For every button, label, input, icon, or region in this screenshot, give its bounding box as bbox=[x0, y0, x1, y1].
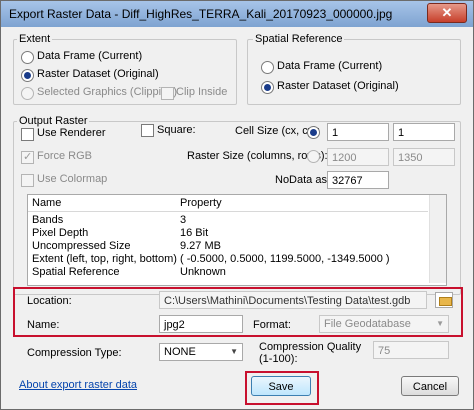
sr-raster-dataset-label: Raster Dataset (Original) bbox=[277, 80, 399, 92]
table-row: Uncompressed Size 9.27 MB bbox=[28, 240, 438, 253]
square-label: Square: bbox=[157, 124, 196, 136]
raster-columns-input[interactable]: 1200 bbox=[327, 148, 389, 166]
raster-size-radio[interactable] bbox=[307, 150, 320, 163]
force-rgb-checkbox[interactable] bbox=[21, 150, 34, 164]
window-title: Export Raster Data - Diff_HighRes_TERRA_… bbox=[9, 7, 393, 21]
extent-raster-dataset-label: Raster Dataset (Original) bbox=[37, 68, 159, 80]
table-row: Bands 3 bbox=[28, 214, 438, 227]
row-name: Uncompressed Size bbox=[32, 240, 131, 252]
row-name: Pixel Depth bbox=[32, 227, 89, 239]
raster-rows-input[interactable]: 1350 bbox=[393, 148, 455, 166]
sr-data-frame-radio[interactable] bbox=[261, 61, 274, 74]
format-label: Format: bbox=[253, 319, 291, 331]
compression-type-value: NONE bbox=[164, 346, 196, 358]
clip-inside-checkbox[interactable] bbox=[161, 87, 174, 100]
sr-raster-dataset-radio[interactable] bbox=[261, 81, 274, 94]
compression-quality-label: Compression Quality bbox=[259, 341, 362, 353]
title-bar[interactable]: Export Raster Data - Diff_HighRes_TERRA_… bbox=[1, 1, 473, 27]
location-input[interactable]: C:\Users\Mathini\Documents\Testing Data\… bbox=[159, 291, 427, 309]
row-name: Spatial Reference bbox=[32, 266, 120, 278]
table-header: Name Property bbox=[28, 195, 428, 212]
name-label: Name: bbox=[27, 319, 60, 331]
compression-quality-range-label: (1-100): bbox=[259, 353, 298, 365]
row-value: 16 Bit bbox=[180, 227, 209, 239]
folder-icon[interactable] bbox=[435, 292, 453, 308]
table-scrollbar[interactable] bbox=[429, 195, 446, 283]
row-value: 3 bbox=[180, 214, 187, 226]
chevron-down-icon: ▼ bbox=[436, 319, 444, 328]
chevron-down-icon: ▼ bbox=[230, 347, 238, 356]
table-row: Extent (left, top, right, bottom) ( -0.5… bbox=[28, 253, 438, 266]
format-select[interactable]: File Geodatabase ▼ bbox=[319, 315, 449, 333]
export-raster-dialog: Export Raster Data - Diff_HighRes_TERRA_… bbox=[0, 0, 474, 410]
properties-table: Name Property Bands 3 Pixel Depth 16 Bit… bbox=[27, 194, 447, 286]
use-colormap-checkbox[interactable] bbox=[21, 174, 34, 187]
cell-size-radio[interactable] bbox=[307, 126, 320, 139]
cell-size-x-input[interactable]: 1 bbox=[327, 123, 389, 141]
nodata-input[interactable]: 32767 bbox=[327, 171, 389, 189]
sr-data-frame-label: Data Frame (Current) bbox=[277, 60, 383, 72]
use-renderer-label: Use Renderer bbox=[37, 127, 106, 139]
extent-data-frame-radio[interactable] bbox=[21, 51, 34, 64]
spatial-reference-label: Spatial Reference bbox=[253, 33, 345, 45]
square-checkbox[interactable] bbox=[141, 124, 154, 137]
format-value: File Geodatabase bbox=[324, 318, 411, 330]
compression-quality-input[interactable]: 75 bbox=[373, 341, 449, 359]
extent-selected-graphics-radio[interactable] bbox=[21, 87, 34, 100]
row-value: 9.27 MB bbox=[180, 240, 221, 252]
clip-inside-label: Clip Inside bbox=[176, 86, 228, 98]
cell-size-y-input[interactable]: 1 bbox=[393, 123, 455, 141]
compression-type-label: Compression Type: bbox=[27, 347, 122, 359]
compression-type-select[interactable]: NONE ▼ bbox=[159, 343, 243, 361]
use-renderer-checkbox[interactable] bbox=[21, 128, 34, 141]
column-header-name: Name bbox=[32, 197, 62, 209]
force-rgb-label: Force RGB bbox=[37, 150, 93, 162]
nodata-label: NoData as: bbox=[275, 174, 331, 186]
extent-selected-graphics-label: Selected Graphics (Clipping) bbox=[37, 86, 178, 98]
save-button[interactable]: Save bbox=[251, 376, 311, 396]
column-header-property: Property bbox=[180, 197, 222, 209]
row-value: ( -0.5000, 0.5000, 1199.5000, -1349.5000… bbox=[180, 253, 390, 265]
dialog-body: Extent Data Frame (Current) Raster Datas… bbox=[7, 29, 467, 405]
spatial-reference-group bbox=[247, 39, 461, 105]
location-label: Location: bbox=[27, 295, 72, 307]
extent-data-frame-label: Data Frame (Current) bbox=[37, 50, 143, 62]
extent-label: Extent bbox=[17, 33, 53, 45]
name-input[interactable]: jpg2 bbox=[159, 315, 243, 333]
about-export-link[interactable]: About export raster data bbox=[19, 379, 137, 391]
table-row: Pixel Depth 16 Bit bbox=[28, 227, 438, 240]
row-name: Extent (left, top, right, bottom) bbox=[32, 253, 177, 265]
cancel-button[interactable]: Cancel bbox=[401, 376, 459, 396]
row-name: Bands bbox=[32, 214, 64, 226]
row-value: Unknown bbox=[180, 266, 226, 278]
output-raster-label: Output Raster bbox=[17, 115, 90, 127]
extent-raster-dataset-radio[interactable] bbox=[21, 69, 34, 82]
table-row: Spatial Reference Unknown bbox=[28, 266, 438, 279]
use-colormap-label: Use Colormap bbox=[37, 173, 108, 185]
close-icon[interactable]: ✕ bbox=[427, 3, 467, 23]
